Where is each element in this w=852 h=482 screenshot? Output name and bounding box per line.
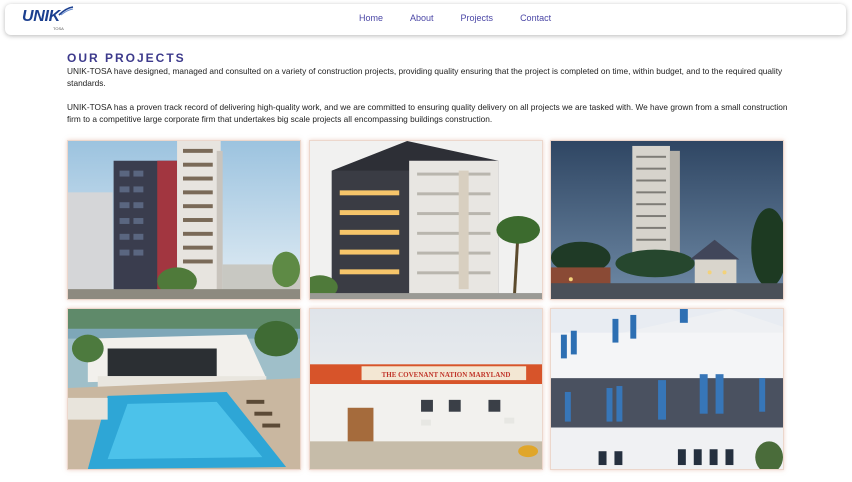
navbar: UNIK TOSA Home About Projects Contact — [5, 4, 846, 35]
nav-contact[interactable]: Contact — [520, 13, 551, 23]
project-image-church-building[interactable]: THE COVENANT NATION MARYLAND — [309, 308, 543, 470]
project-image-office-building[interactable] — [550, 308, 784, 470]
brand-name: UNIK — [22, 8, 60, 25]
project-image-night-tower[interactable] — [550, 140, 784, 300]
nav-projects[interactable]: Projects — [461, 13, 494, 23]
brand-sub: TOSA — [53, 26, 64, 31]
logo-swoosh-icon — [58, 6, 74, 16]
track-record-paragraph: UNIK-TOSA has a proven track record of d… — [67, 102, 788, 125]
project-image-highrise-tower[interactable] — [67, 140, 301, 300]
projects-gallery: THE COVENANT NATION MARYLAND — [67, 140, 784, 470]
project-image-modern-apartment[interactable] — [309, 140, 543, 300]
main-nav: Home About Projects Contact — [359, 13, 578, 23]
page-title: OUR PROJECTS — [67, 51, 186, 65]
intro-paragraph: UNIK-TOSA have designed, managed and con… — [67, 66, 783, 89]
nav-about[interactable]: About — [410, 13, 434, 23]
church-sign: THE COVENANT NATION MARYLAND — [381, 371, 511, 379]
nav-home[interactable]: Home — [359, 13, 383, 23]
project-image-pool-residence[interactable] — [67, 308, 301, 470]
brand-logo[interactable]: UNIK TOSA — [22, 6, 78, 32]
